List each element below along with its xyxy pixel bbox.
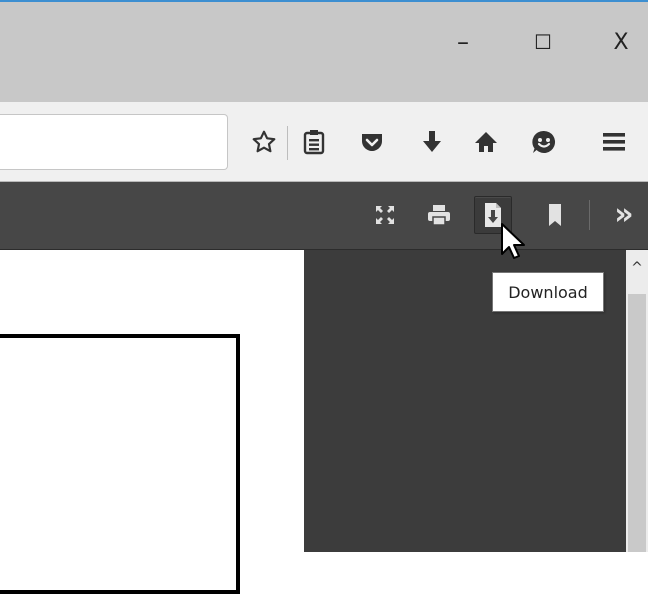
window-titlebar: – ☐ X: [0, 0, 648, 102]
pdf-toolbar-separator: [589, 200, 590, 230]
pdf-page: [0, 250, 304, 594]
minimize-button[interactable]: –: [440, 20, 486, 64]
bookmark-icon: [549, 204, 561, 226]
bookmark-star-button[interactable]: [246, 124, 282, 160]
print-button[interactable]: [420, 196, 458, 234]
more-tools-button[interactable]: »: [604, 196, 644, 234]
vertical-scrollbar[interactable]: ^: [626, 250, 648, 552]
smiley-button[interactable]: [526, 124, 562, 160]
download-icon: [423, 131, 441, 152]
hamburger-menu-icon: [603, 133, 625, 151]
star-icon: [252, 130, 276, 153]
scroll-thumb[interactable]: [628, 294, 646, 552]
home-icon: [475, 132, 497, 152]
print-icon: [428, 205, 450, 226]
pdf-viewer-toolbar: »: [0, 182, 648, 250]
pocket-icon: [362, 134, 382, 151]
downloads-button[interactable]: [414, 124, 450, 160]
download-tooltip: Download: [492, 272, 604, 312]
maximize-button[interactable]: ☐: [520, 20, 566, 64]
mouse-cursor-icon: [501, 223, 525, 259]
bookmark-button[interactable]: [536, 196, 574, 234]
maximize-icon: ☐: [534, 30, 552, 54]
chevron-up-icon: ^: [631, 260, 643, 276]
tooltip-text: Download: [508, 282, 588, 302]
pocket-button[interactable]: [354, 124, 390, 160]
reading-list-button[interactable]: [296, 124, 332, 160]
navigation-toolbar: [0, 102, 648, 182]
presentation-mode-icon: [376, 206, 394, 224]
home-button[interactable]: [468, 124, 504, 160]
navbar-separator: [287, 126, 288, 160]
reading-list-icon: [303, 130, 325, 155]
close-button[interactable]: X: [598, 20, 644, 64]
more-tools-icon: »: [614, 197, 634, 232]
document-frame: [0, 334, 240, 594]
presentation-mode-button[interactable]: [366, 196, 404, 234]
menu-button[interactable]: [596, 124, 632, 160]
scroll-up-arrow[interactable]: ^: [626, 256, 648, 280]
close-icon: X: [613, 29, 629, 55]
smiley-icon: [532, 130, 556, 153]
minimize-icon: –: [457, 28, 469, 56]
url-bar[interactable]: [0, 114, 228, 170]
